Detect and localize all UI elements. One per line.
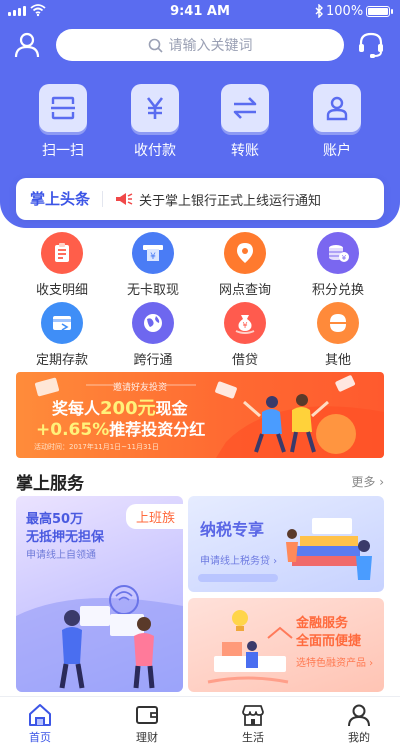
grid-item-label: 收支明细 <box>35 283 88 298</box>
grid-item-label: 定期存款 <box>35 353 88 368</box>
customer-service-button[interactable] <box>356 30 386 60</box>
quick-action-pay[interactable]: 收付款 <box>115 84 195 160</box>
card-line2: 无抵押无担保 <box>26 530 105 545</box>
quick-action-scan[interactable]: 扫一扫 <box>23 84 103 160</box>
battery-icon <box>366 6 393 17</box>
profile-button[interactable] <box>12 30 42 60</box>
news-ticker[interactable]: 掌上头条 关于掌上银行正式上线运行通知 <box>16 178 384 220</box>
tab-bar: 首页 理财 生活 我的 <box>0 696 400 748</box>
transactions-icon <box>41 232 83 274</box>
svg-text:¥: ¥ <box>150 252 156 262</box>
grid-item-interbank[interactable]: 跨行通 <box>113 302 193 368</box>
service-card-tax[interactable]: 纳税专享 申请线上税务贷 › <box>188 496 384 592</box>
grid-item-label: 跨行通 <box>133 353 173 368</box>
quick-action-label: 账户 <box>323 143 351 159</box>
scan-icon <box>51 96 75 120</box>
card-subtitle: 申请线上税务贷 › <box>200 556 278 567</box>
quick-action-label: 收付款 <box>134 143 176 159</box>
chevron-right-icon: › <box>379 475 384 489</box>
card-subtitle: 选特色融资产品 › <box>296 658 374 669</box>
bluetooth-icon <box>315 4 323 18</box>
svg-text:¥: ¥ <box>242 321 247 330</box>
loan-icon: ¥ <box>224 302 266 344</box>
quick-action-account[interactable]: 账户 <box>297 84 377 160</box>
search-input[interactable]: 请输入关键词 <box>56 29 344 61</box>
coins-icon: ¥ <box>317 232 359 274</box>
battery-percent: 100% <box>326 4 364 19</box>
account-icon <box>326 96 348 121</box>
speaker-icon <box>116 193 133 205</box>
banner-line2: +0.65%推荐投资分红 <box>36 420 206 440</box>
news-ticker-title: 掌上头条 <box>16 191 104 207</box>
grid-item-cardless-withdraw[interactable]: ¥ 无卡取现 <box>113 232 193 298</box>
card-subtitle: 申请线上自领通 <box>26 550 96 561</box>
grid-item-label: 无卡取现 <box>126 283 179 298</box>
grid-item-label: 借贷 <box>231 353 258 368</box>
grid-item-more[interactable]: 其他 <box>298 302 378 368</box>
banner-invite: 邀请好友投资 <box>112 383 167 393</box>
globe-icon <box>132 302 174 344</box>
service-card-finance[interactable]: 金融服务 全面而便捷 选特色融资产品 › <box>188 598 384 692</box>
quick-action-label: 扫一扫 <box>42 143 84 159</box>
grid-item-transactions[interactable]: 收支明细 <box>22 232 102 298</box>
grid-item-points-exchange[interactable]: ¥ 积分兑换 <box>298 232 378 298</box>
card-title: 纳税专享 <box>200 520 265 539</box>
grid-item-label: 其他 <box>324 353 351 368</box>
tab-wealth[interactable]: 理财 <box>117 703 177 745</box>
home-icon <box>29 704 51 726</box>
grid-item-fixed-deposit[interactable]: 定期存款 <box>22 302 102 368</box>
transfer-icon <box>233 97 257 119</box>
search-placeholder: 请输入关键词 <box>168 38 253 54</box>
clover-icon <box>317 302 359 344</box>
service-card-salary-loan[interactable]: 上班族 最高50万 无抵押无担保 申请线上自领通 <box>16 496 183 692</box>
atm-icon: ¥ <box>132 232 174 274</box>
grid-item-label: 网点查询 <box>218 283 271 298</box>
card-illustration <box>198 518 372 582</box>
card-line1: 最高50万 <box>26 512 84 527</box>
store-icon <box>242 705 264 726</box>
search-icon <box>148 38 163 53</box>
svg-text:¥: ¥ <box>342 254 347 262</box>
news-ticker-text: 关于掌上银行正式上线运行通知 <box>139 193 322 209</box>
chevron-right-icon: › <box>366 658 374 669</box>
wallet-icon <box>136 706 158 724</box>
promo-banner[interactable]: 邀请好友投资 奖每人200元现金 +0.65%推荐投资分红 活动时间：2017年… <box>16 372 384 458</box>
status-bar: 9:41 AM 100% <box>0 0 400 24</box>
card-line1: 金融服务 <box>296 616 349 631</box>
tab-life[interactable]: 生活 <box>223 703 283 745</box>
banner-date: 活动时间：2017年11月1日~11月31日 <box>34 443 159 451</box>
more-link[interactable]: 更多 › <box>351 473 384 490</box>
chevron-right-icon: › <box>270 556 278 567</box>
quick-action-transfer[interactable]: 转账 <box>205 84 285 160</box>
grid-item-loans[interactable]: ¥ 借贷 <box>205 302 285 368</box>
location-icon <box>224 232 266 274</box>
tab-mine[interactable]: 我的 <box>329 703 389 745</box>
quick-action-label: 转账 <box>231 143 259 159</box>
deposit-icon <box>41 302 83 344</box>
user-icon <box>348 704 370 727</box>
card-tag: 上班族 <box>125 504 183 529</box>
tab-home[interactable]: 首页 <box>10 703 70 745</box>
section-title: 掌上服务 <box>16 474 84 494</box>
quick-actions: 扫一扫 收付款 转账 账户 <box>0 84 400 164</box>
grid-item-branch-search[interactable]: 网点查询 <box>205 232 285 298</box>
yen-icon <box>146 97 164 119</box>
grid-item-label: 积分兑换 <box>311 283 364 298</box>
card-line2: 全面而便捷 <box>296 634 362 649</box>
